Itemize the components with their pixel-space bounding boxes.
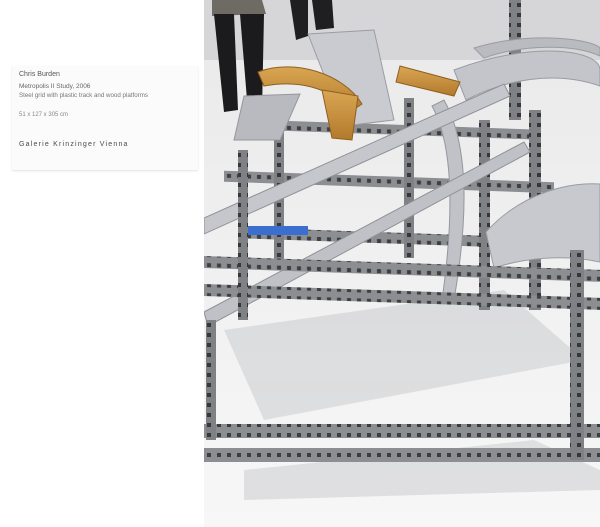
artwork-dimensions: 51 x 127 x 305 cm — [19, 112, 69, 118]
blue-part — [248, 226, 308, 235]
artwork-medium: Steel grid with plastic track and wood p… — [19, 92, 148, 99]
gallery-wall: Chris Burden Metropolis II Study, 2006 S… — [0, 0, 204, 527]
artwork-wall-label: Chris Burden Metropolis II Study, 2006 S… — [12, 66, 198, 170]
gallery-name: Galerie Krinzinger Vienna — [19, 141, 129, 148]
artist-name: Chris Burden — [19, 71, 60, 78]
sculpture-photo — [204, 0, 600, 527]
sculpture-illustration — [204, 0, 600, 527]
artwork-title: Metropolis II Study, 2006 — [19, 83, 91, 90]
